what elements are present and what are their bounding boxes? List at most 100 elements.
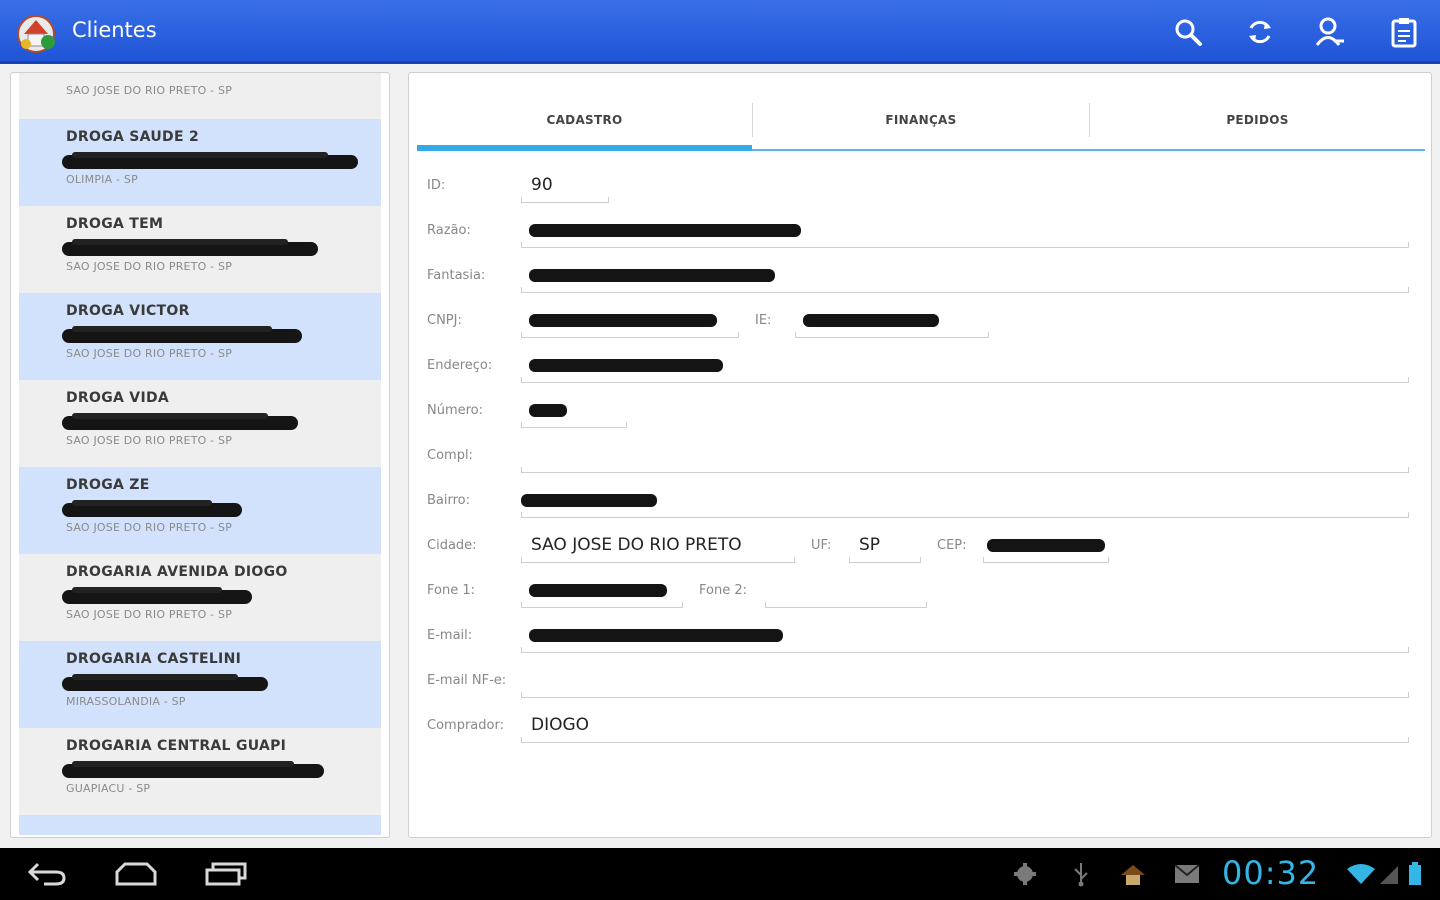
cidade-row: Cidade: SAO JOSE DO RIO PRETO UF: SP CEP… — [427, 527, 1417, 567]
fone1-label: Fone 1: — [427, 583, 475, 598]
redacted-address — [62, 412, 369, 434]
redacted-value — [529, 584, 667, 597]
email-nfe-row: E-mail NF-e: — [427, 662, 1417, 702]
tab-financas[interactable]: FINANÇAS — [753, 91, 1089, 149]
client-city: SAO JOSE DO RIO PRETO - SP — [66, 260, 233, 273]
refresh-icon[interactable] — [1242, 14, 1278, 50]
client-city: SAO JOSE DO RIO PRETO - SP — [66, 84, 233, 97]
comprador-row: Comprador: DIOGO — [427, 707, 1417, 747]
list-item[interactable]: DROGARIA CASTELINI MIRASSOLANDIA - SP — [19, 641, 381, 728]
redacted-address — [62, 586, 369, 608]
uf-label: UF: — [811, 538, 832, 553]
endereco-label: Endereço: — [427, 358, 493, 373]
client-name: DROGA SAUDE 2 — [66, 129, 200, 145]
list-item[interactable]: DROGARIA CENTRAL GUAPI GUAPIACU - SP — [19, 728, 381, 815]
redacted-value — [529, 269, 775, 282]
id-field[interactable]: 90 — [521, 167, 609, 203]
redacted-value — [529, 629, 783, 642]
comprador-value: DIOGO — [531, 715, 590, 735]
app-title: Clientes — [72, 18, 157, 42]
compl-field[interactable] — [521, 437, 1409, 473]
comprador-label: Comprador: — [427, 718, 504, 733]
client-name: DROGARIA CENTRAL GUAPI — [66, 738, 287, 754]
tab-cadastro[interactable]: CADASTRO — [417, 91, 752, 149]
redacted-value — [987, 539, 1105, 552]
ie-field[interactable] — [795, 302, 989, 338]
id-row: ID: 90 — [427, 167, 1417, 207]
app-logo-icon[interactable] — [14, 8, 62, 56]
list-item[interactable]: DROGA VICTOR SAO JOSE DO RIO PRETO - SP — [19, 293, 381, 380]
list-item[interactable]: DROGARIA AVENIDA DIOGO SAO JOSE DO RIO P… — [19, 554, 381, 641]
ie-label: IE: — [755, 313, 772, 328]
list-item[interactable]: DROGA ZE SAO JOSE DO RIO PRETO - SP — [19, 467, 381, 554]
uf-field[interactable]: SP — [849, 527, 921, 563]
client-name: DROGA ZE — [66, 477, 150, 493]
bairro-field[interactable] — [521, 482, 1409, 518]
numero-field[interactable] — [521, 392, 627, 428]
fone-row: Fone 1: Fone 2: — [427, 572, 1417, 612]
redacted-value — [521, 494, 657, 507]
client-city: SAO JOSE DO RIO PRETO - SP — [66, 608, 233, 621]
redacted-value — [529, 359, 723, 372]
home-icon[interactable] — [110, 856, 162, 892]
tab-pedidos[interactable]: PEDIDOS — [1090, 91, 1425, 149]
list-item[interactable]: DROGA VIDA SAO JOSE DO RIO PRETO - SP — [19, 380, 381, 467]
client-city: OLIMPIA - SP — [66, 173, 138, 186]
email-nfe-label: E-mail NF-e: — [427, 673, 507, 688]
clipboard-icon[interactable] — [1386, 14, 1422, 50]
back-icon[interactable] — [20, 856, 72, 892]
cidade-field[interactable]: SAO JOSE DO RIO PRETO — [521, 527, 795, 563]
fone1-field[interactable] — [521, 572, 683, 608]
client-list[interactable]: SAO JOSE DO RIO PRETO - SP DROGA SAUDE 2… — [19, 73, 381, 837]
list-item[interactable]: SAO JOSE DO RIO PRETO - SP — [19, 73, 381, 119]
add-person-icon[interactable] — [1312, 14, 1348, 50]
search-icon[interactable] — [1170, 14, 1206, 50]
client-list-panel: SAO JOSE DO RIO PRETO - SP DROGA SAUDE 2… — [10, 72, 390, 838]
cnpj-label: CNPJ: — [427, 313, 462, 328]
bairro-row: Bairro: — [427, 482, 1417, 522]
redacted-address — [62, 760, 369, 782]
client-name: DROGA TEM — [66, 216, 164, 232]
cep-field[interactable] — [983, 527, 1109, 563]
fantasia-field[interactable] — [521, 257, 1409, 293]
bairro-label: Bairro: — [427, 493, 471, 508]
uf-value: SP — [859, 535, 881, 555]
id-value: 90 — [531, 175, 553, 195]
recent-apps-icon[interactable] — [200, 856, 252, 892]
active-tab-indicator — [417, 145, 752, 151]
comprador-field[interactable]: DIOGO — [521, 707, 1409, 743]
fone2-field[interactable] — [765, 572, 927, 608]
fone2-label: Fone 2: — [699, 583, 747, 598]
razao-label: Razão: — [427, 223, 471, 238]
email-nfe-field[interactable] — [521, 662, 1409, 698]
client-city: SAO JOSE DO RIO PRETO - SP — [66, 521, 233, 534]
list-item[interactable]: DROGA SAUDE 2 OLIMPIA - SP — [19, 119, 381, 206]
compl-label: Compl: — [427, 448, 473, 463]
redacted-value — [529, 404, 567, 417]
cidade-label: Cidade: — [427, 538, 477, 553]
list-item[interactable] — [19, 815, 381, 835]
mail-icon — [1172, 860, 1202, 888]
numero-label: Número: — [427, 403, 484, 418]
email-field[interactable] — [521, 617, 1409, 653]
redacted-address — [62, 499, 369, 521]
razao-field[interactable] — [521, 212, 1409, 248]
list-item[interactable]: DROGA TEM SAO JOSE DO RIO PRETO - SP — [19, 206, 381, 293]
client-city: GUAPIACU - SP — [66, 782, 151, 795]
usb-icon — [1066, 860, 1096, 888]
app-notification-icon — [1118, 860, 1148, 888]
tab-bar: CADASTRO FINANÇAS PEDIDOS — [417, 91, 1425, 151]
client-name: DROGA VICTOR — [66, 303, 190, 319]
email-label: E-mail: — [427, 628, 473, 643]
battery-icon — [1400, 860, 1430, 888]
cnpj-field[interactable] — [521, 302, 739, 338]
android-debug-icon — [1010, 860, 1040, 888]
endereco-field[interactable] — [521, 347, 1409, 383]
action-bar: Clientes — [0, 0, 1440, 64]
id-label: ID: — [427, 178, 446, 193]
redacted-address — [62, 673, 369, 695]
cnpj-row: CNPJ: IE: — [427, 302, 1417, 342]
wifi-icon — [1346, 860, 1376, 888]
client-city: SAO JOSE DO RIO PRETO - SP — [66, 434, 233, 447]
redacted-address — [62, 325, 369, 347]
